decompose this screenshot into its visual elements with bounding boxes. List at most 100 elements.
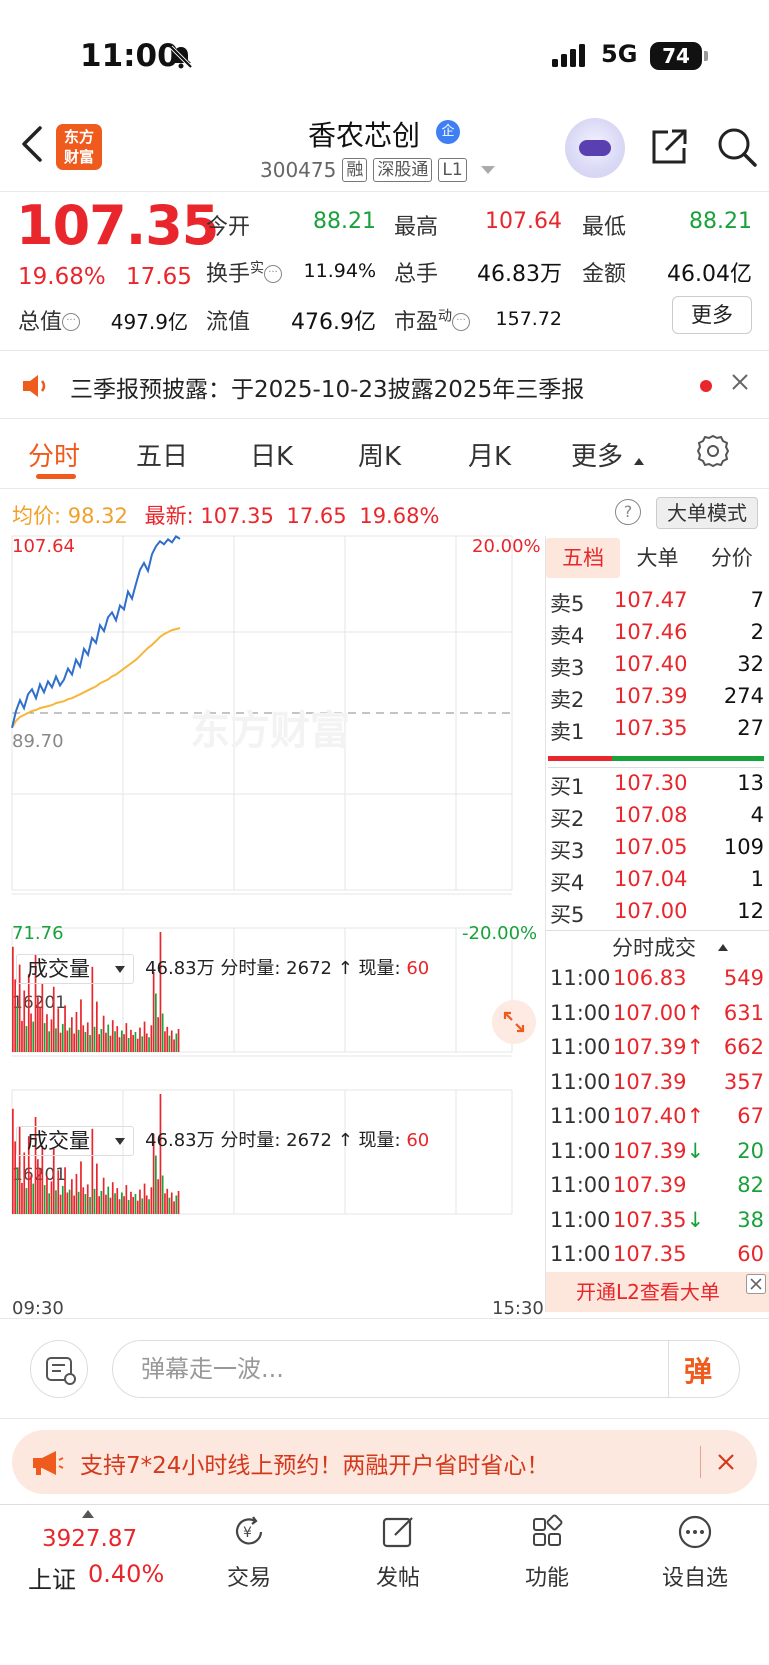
volume-bar [127,1037,130,1052]
danmu-settings-button[interactable] [30,1340,88,1398]
market-cap-label[interactable]: 总值 ··· [18,304,81,336]
tab-weekly-k[interactable]: 周K [358,436,401,473]
nav-watchlist[interactable]: 设自选 [650,1512,740,1592]
volume-bar [130,1191,132,1214]
volume-bar [109,1035,112,1052]
bid-row[interactable]: 买2 107.08 4 [550,803,764,833]
turnover-label-text: 换手 [206,262,251,287]
ask-row[interactable]: 卖4 107.46 2 [550,620,764,650]
index-name[interactable]: 上证 [28,1560,76,1595]
volume-bar [48,1031,50,1052]
bid-volume: 4 [750,803,764,827]
l2-upgrade-banner[interactable]: 开通L2查看大单 [546,1272,769,1312]
ask-row[interactable]: 卖2 107.39 274 [550,684,764,714]
info-dots-icon[interactable]: ··· [264,265,283,283]
tab-monthly-k[interactable]: 月K [468,436,511,473]
volume-bar [114,1031,116,1052]
share-icon[interactable] [648,126,690,168]
app-logo[interactable]: 东方 财富 [56,124,102,170]
bid-row[interactable]: 买3 107.05 109 [550,835,764,865]
caret-up-icon[interactable] [718,944,728,951]
volume-bar [86,1022,89,1052]
big-order-mode-button[interactable]: 大单模式 [656,497,758,529]
tab-five-day[interactable]: 五日 [136,436,188,473]
volume-bar [155,1155,157,1214]
promo-text[interactable]: 支持7*24小时线上预约！两融开户省时省心！ [80,1446,549,1480]
volume-bar [173,1201,175,1214]
tab-big-orders[interactable]: 大单 [620,538,694,578]
y-mid-price: 89.70 [12,731,64,752]
ask-row[interactable]: 卖5 107.47 7 [550,588,764,618]
volume-summary: 46.83万 分时量: 2672 ↑ 现量: 60 [145,958,430,979]
arrow-up-icon: ↑ [686,1000,705,1025]
ask-row[interactable]: 卖1 107.35 27 [550,716,764,746]
index-value[interactable]: 3927.87 [42,1526,137,1552]
help-icon[interactable]: ? [615,499,641,525]
volume-bar [12,1108,14,1214]
nav-trade[interactable]: ¥ 交易 [204,1512,294,1592]
expand-button[interactable] [492,1000,536,1044]
tick-price: 107.35 [613,1242,687,1266]
close-icon[interactable] [716,1452,736,1472]
bid-row[interactable]: 买5 107.00 12 [550,899,764,929]
volume-indicator-select[interactable]: 成交量 [16,954,134,984]
tick-price: 107.39↓ [613,1138,705,1163]
close-icon[interactable] [746,1274,766,1294]
ask-price: 107.40 [614,652,688,676]
speaker-icon [23,375,46,397]
danmu-send-button[interactable]: 弹 [684,1350,712,1390]
volume-indicator-select[interactable]: 成交量 [16,1126,134,1156]
ask-row[interactable]: 卖3 107.40 32 [550,652,764,682]
volume-bar [21,1182,23,1214]
volume-bar [23,990,26,1052]
tick-time: 11:00 [550,1000,611,1025]
pe-label[interactable]: 市盈动 ··· [394,304,471,336]
volume-bar [64,1005,66,1052]
danmu-input[interactable]: 弹幕走一波... [112,1340,740,1398]
ask-label: 卖3 [550,656,585,680]
ticks-title[interactable]: 分时成交 [612,932,696,962]
change-percent: 19.68% [18,264,106,290]
info-dots-icon[interactable]: ··· [62,313,81,331]
volume-bar [64,1167,66,1214]
bid-label: 买2 [550,807,585,831]
ask-price: 107.46 [614,620,688,644]
volume-bar [27,974,30,1052]
y-top-price: 107.64 [12,536,75,557]
tab-more[interactable]: 更多 [571,436,623,473]
pe-label-text: 市盈 [394,310,439,335]
tick-row: 11:00 107.39↑ 662 [550,1035,764,1059]
chevron-down-icon[interactable] [480,166,495,174]
gear-icon[interactable] [696,434,730,468]
close-icon[interactable] [730,372,750,392]
volume-bar [127,1199,130,1214]
tab-intraday[interactable]: 分时 [28,436,80,473]
stock-code-row[interactable]: 300475 融 深股通 L1 [260,158,495,182]
index-percent[interactable]: 0.40% [88,1560,164,1588]
volume-bar [177,1029,180,1052]
tab-daily-k[interactable]: 日K [250,436,293,473]
bid-row[interactable]: 买4 107.04 1 [550,867,764,897]
search-icon[interactable] [716,126,758,168]
bid-row[interactable]: 买1 107.30 13 [550,771,764,801]
volume-bar [100,1191,103,1214]
stock-code: 300475 [260,158,337,182]
avg-label: 均价: [12,504,62,528]
turnover-label[interactable]: 换手实 ··· [206,256,283,288]
tab-price-distribution[interactable]: 分价 [695,538,769,578]
volume-bar [30,1175,32,1214]
notice-text[interactable]: 三季报预披露：于2025-10-23披露2025年三季报 [70,370,584,404]
nav-functions[interactable]: 功能 [502,1512,592,1592]
back-arrow-icon[interactable] [18,124,46,164]
tab-five-levels[interactable]: 五档 [546,538,621,578]
intraday-chart[interactable]: 东方财富 107.64 20.00% 89.70 71.76 -20.00% 1… [0,534,546,1324]
info-dots-icon[interactable]: ··· [452,313,471,331]
volume-bar [136,1200,139,1214]
volume-bar [121,1192,123,1214]
y-bottom-pct: -20.00% [462,923,537,944]
watermark: 东方财富 [190,708,350,754]
open-value: 88.21 [313,209,376,234]
volume-bar [150,1187,153,1214]
nav-post[interactable]: 发帖 [353,1512,443,1592]
more-button[interactable]: 更多 [672,296,752,334]
